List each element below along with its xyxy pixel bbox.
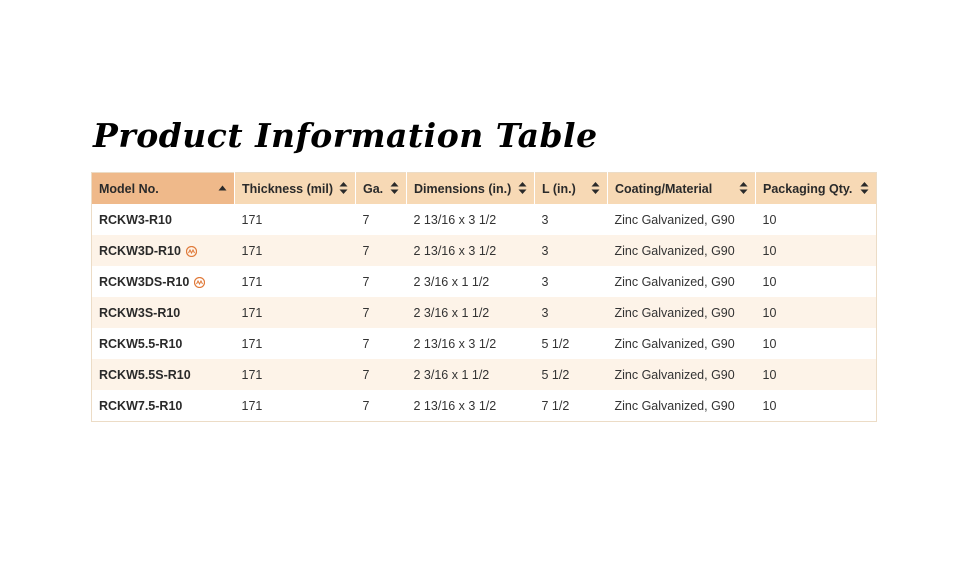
sort-both-icon <box>860 181 869 195</box>
seismic-badge-icon <box>194 276 206 288</box>
gauge-cell: 7 <box>362 336 370 351</box>
model-link[interactable]: RCKW3DS-R10 <box>99 275 189 289</box>
model-cell[interactable]: RCKW3-R10 <box>92 204 235 235</box>
qty-cell: 10 <box>762 398 777 413</box>
thickness-cell: 171 <box>241 274 263 289</box>
thickness-cell: 171 <box>234 235 356 266</box>
length-cell: 3 <box>534 297 608 328</box>
column-header-label: Model No. <box>99 181 159 196</box>
qty-cell: 10 <box>755 359 877 390</box>
table-row: RCKW5.5S-R10 171 7 2 3/16 x 1 1/2 5 1/2 Zinc … <box>91 359 877 390</box>
table-row: RCKW3S-R10 171 7 2 3/16 x 1 1/2 3 Zinc Galvan… <box>91 297 877 328</box>
model-cell[interactable]: RCKW3S-R10 <box>91 297 235 328</box>
column-header-label: Thickness (mil) <box>242 181 333 196</box>
model-link[interactable]: RCKW3D-R10 <box>99 244 181 258</box>
coating-cell: Zinc Galvanized, G90 <box>607 235 756 266</box>
length-cell: 5 1/2 <box>534 359 608 390</box>
seismic-badge-icon <box>185 245 198 257</box>
length-cell: 7 1/2 <box>541 398 570 413</box>
gauge-cell: 7 <box>355 297 407 328</box>
column-header-label: L (in.) <box>542 181 576 196</box>
sort-both-icon <box>390 181 399 195</box>
sort-both-icon <box>591 181 600 195</box>
gauge-cell: 7 <box>355 235 407 266</box>
sort-both-icon <box>518 181 527 195</box>
qty-cell: 10 <box>762 212 777 227</box>
thickness-cell: 171 <box>234 297 356 328</box>
table-row: RCKW5.5-R10 171 7 2 13/16 x 3 1/2 5 1/2 Zinc … <box>92 328 877 359</box>
column-header-thickness[interactable]: Thickness (mil) <box>234 172 356 204</box>
gauge-cell: 7 <box>362 212 370 227</box>
model-link[interactable]: RCKW5.5S-R10 <box>99 368 191 382</box>
coating-cell: Zinc Galvanized, G90 <box>614 398 735 413</box>
dimensions-cell: 2 13/16 x 3 1/2 <box>406 235 535 266</box>
table-row: RCKW3D-R10 171 7 2 13/16 x 3 1/2 3 Zinc Galva… <box>91 235 877 266</box>
coating-cell: Zinc Galvanized, G90 <box>614 212 735 227</box>
column-header-label: Ga. <box>363 181 384 196</box>
table-row: RCKW3DS-R10 171 7 2 3/16 x 1 1/2 3 Zinc Galva… <box>92 266 877 297</box>
dimensions-cell: 2 3/16 x 1 1/2 <box>406 359 535 390</box>
model-link[interactable]: RCKW7.5-R10 <box>99 399 182 413</box>
table-header-row: Model No. Thickness (mil) Ga. Dimensions (i… <box>91 172 877 204</box>
column-header-dimensions[interactable]: Dimensions (in.) <box>406 172 535 204</box>
qty-cell: 10 <box>762 274 777 289</box>
model-link[interactable]: RCKW3S-R10 <box>99 306 180 320</box>
table-row: RCKW7.5-R10 171 7 2 13/16 x 3 1/2 7 1/2 Zinc … <box>92 390 877 422</box>
model-link[interactable]: RCKW3-R10 <box>99 213 172 227</box>
sort-ascending-icon <box>218 181 227 195</box>
dimensions-cell: 2 3/16 x 1 1/2 <box>406 297 535 328</box>
coating-cell: Zinc Galvanized, G90 <box>614 336 735 351</box>
product-table: Model No. Thickness (mil) Ga. Dimensions (i… <box>91 172 877 422</box>
dimensions-cell: 2 13/16 x 3 1/2 <box>413 398 497 413</box>
qty-cell: 10 <box>755 297 877 328</box>
gauge-cell: 7 <box>355 359 407 390</box>
length-cell: 3 <box>541 212 549 227</box>
model-cell[interactable]: RCKW5.5S-R10 <box>91 359 235 390</box>
model-cell[interactable]: RCKW3DS-R10 <box>92 266 235 297</box>
column-header-gauge[interactable]: Ga. <box>355 172 407 204</box>
dimensions-cell: 2 13/16 x 3 1/2 <box>413 336 497 351</box>
model-cell[interactable]: RCKW3D-R10 <box>91 235 235 266</box>
thickness-cell: 171 <box>241 336 263 351</box>
column-header-label: Dimensions (in.) <box>414 181 512 196</box>
column-header-model-no[interactable]: Model No. <box>91 172 235 204</box>
coating-cell: Zinc Galvanized, G90 <box>607 297 756 328</box>
column-header-coating[interactable]: Coating/Material <box>607 172 756 204</box>
length-cell: 3 <box>541 274 549 289</box>
coating-cell: Zinc Galvanized, G90 <box>614 274 735 289</box>
sort-both-icon <box>339 181 348 195</box>
qty-cell: 10 <box>755 235 877 266</box>
column-header-packaging-qty[interactable]: Packaging Qty. <box>755 172 877 204</box>
model-cell[interactable]: RCKW7.5-R10 <box>92 390 235 422</box>
table-body: RCKW3-R10 171 7 2 13/16 x 3 1/2 3 Zinc Galvan… <box>91 204 877 422</box>
thickness-cell: 171 <box>234 359 356 390</box>
qty-cell: 10 <box>762 336 777 351</box>
length-cell: 3 <box>534 235 608 266</box>
table-row: RCKW3-R10 171 7 2 13/16 x 3 1/2 3 Zinc Galvan… <box>92 204 877 235</box>
model-cell[interactable]: RCKW5.5-R10 <box>92 328 235 359</box>
dimensions-cell: 2 13/16 x 3 1/2 <box>413 212 497 227</box>
column-header-label: Packaging Qty. <box>763 181 853 196</box>
gauge-cell: 7 <box>362 398 370 413</box>
page-title: Product Information Table <box>93 116 598 155</box>
dimensions-cell: 2 3/16 x 1 1/2 <box>413 274 490 289</box>
column-header-label: Coating/Material <box>615 181 713 196</box>
sort-both-icon <box>739 181 748 195</box>
coating-cell: Zinc Galvanized, G90 <box>607 359 756 390</box>
thickness-cell: 171 <box>241 212 263 227</box>
gauge-cell: 7 <box>362 274 370 289</box>
model-link[interactable]: RCKW5.5-R10 <box>99 337 182 351</box>
thickness-cell: 171 <box>241 398 263 413</box>
length-cell: 5 1/2 <box>541 336 570 351</box>
column-header-length[interactable]: L (in.) <box>534 172 608 204</box>
